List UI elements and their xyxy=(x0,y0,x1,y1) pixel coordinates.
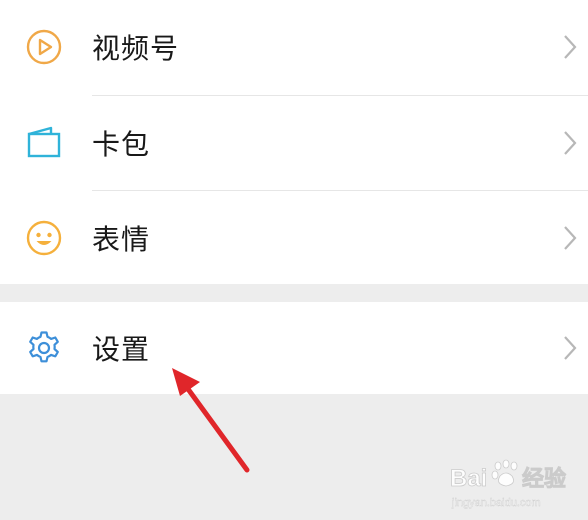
menu-group-top: 视频号 卡包 表情 xyxy=(0,0,588,284)
svg-text:Bai: Bai xyxy=(450,465,487,492)
channels-play-icon xyxy=(25,28,63,66)
menu-item-label: 视频号 xyxy=(92,32,180,65)
menu-item-stickers[interactable]: 表情 xyxy=(0,191,588,285)
chevron-right-icon xyxy=(562,334,578,362)
menu-item-channels[interactable]: 视频号 xyxy=(0,0,588,94)
menu-item-label: 卡包 xyxy=(92,128,151,161)
menu-item-label: 表情 xyxy=(92,223,151,256)
menu-group-bottom: 设置 xyxy=(0,302,588,394)
chevron-right-icon xyxy=(562,224,578,252)
chevron-right-icon xyxy=(562,33,578,61)
card-wallet-icon xyxy=(25,124,63,162)
watermark-logo: Bai 经验 jingyan.baidu.com xyxy=(448,456,580,516)
svg-text:jingyan.baidu.com: jingyan.baidu.com xyxy=(451,497,541,509)
smiley-icon xyxy=(25,219,63,257)
menu-item-settings[interactable]: 设置 xyxy=(0,301,588,395)
svg-text:经验: 经验 xyxy=(522,466,566,492)
gear-icon xyxy=(25,329,63,367)
menu-item-label: 设置 xyxy=(92,333,151,366)
menu-item-cards[interactable]: 卡包 xyxy=(0,96,588,190)
chevron-right-icon xyxy=(562,129,578,157)
